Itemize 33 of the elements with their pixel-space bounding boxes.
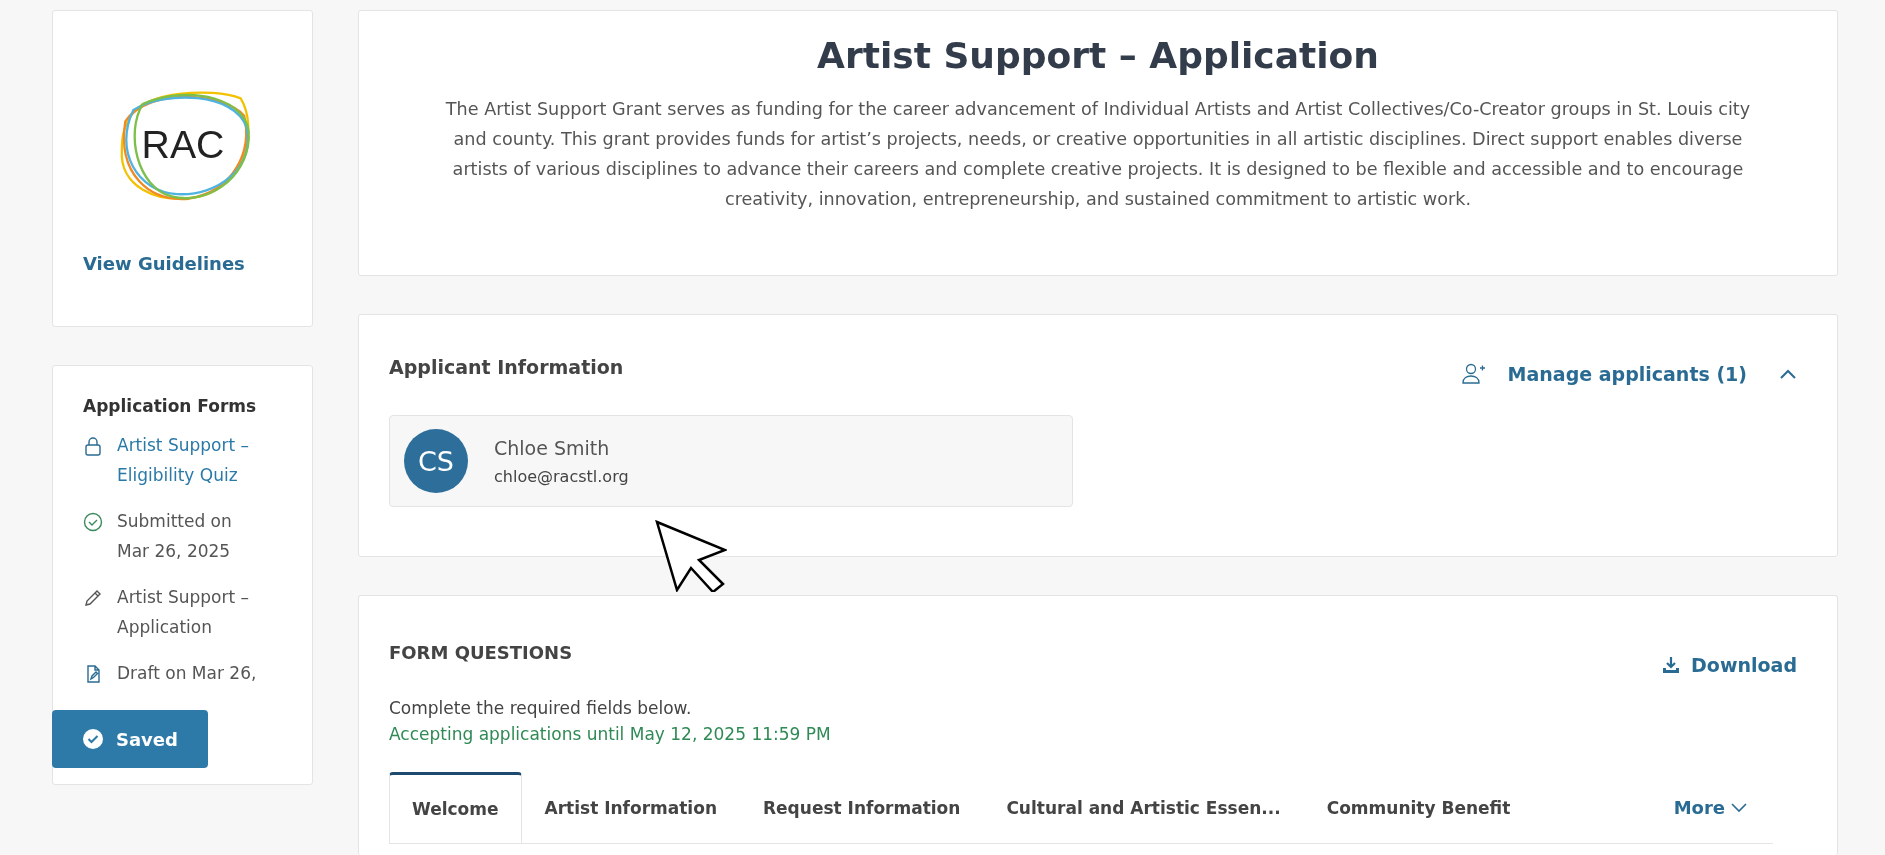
form-status: Submitted on Mar 26, 2025 (117, 510, 232, 563)
chevron-up-icon[interactable] (1779, 368, 1797, 380)
check-circle-icon (82, 728, 104, 750)
saved-button[interactable]: Saved (52, 710, 208, 768)
deadline-text: Accepting applications until May 12, 2025 11:59 PM (389, 724, 832, 744)
page-title: Artist Support – Application (816, 35, 1380, 76)
chevron-down-icon (1731, 802, 1747, 813)
more-tab[interactable]: More (1667, 772, 1753, 843)
pencil-icon (83, 588, 103, 608)
download-link[interactable]: Download (1691, 654, 1797, 676)
tab[interactable]: Welcome (389, 772, 522, 843)
instructions: Complete the required fields below. (389, 698, 693, 718)
section-title: FORM QUESTIONS (389, 641, 573, 663)
form-status: Draft on Mar 26, (117, 662, 257, 685)
view-guidelines-link[interactable]: View Guidelines (83, 253, 245, 274)
form-link[interactable]: Artist Support – Eligibility Quiz (117, 430, 250, 490)
tab[interactable]: Artist Information (521, 772, 740, 843)
applicant-email: chloe@racstl.org (494, 466, 629, 486)
manage-applicants-link[interactable]: Manage applicants (1) (1507, 363, 1747, 385)
tab[interactable]: Community Benefit (1303, 772, 1534, 843)
section-title: Applicant Information (389, 356, 624, 378)
logo-text: RAC (141, 122, 224, 167)
applicant-name: Chloe Smith (494, 436, 611, 459)
tab[interactable]: Cultural and Artistic Essen... (983, 772, 1304, 843)
form-status: Artist Support – Application (117, 586, 250, 639)
forms-title: Application Forms (83, 396, 258, 416)
description: The Artist Support Grant serves as funding for the career advancement of Individual Artists and Artist Collectives/Co-Creator groups in St. Louis city and county. This grant provides funds for artist’s projects, needs, or creative opportunities in all artistic disciplines. Direct support enables diverse artists of various disciplines to advance their careers and complete creative projects. It is designed to be flexible and accessible and to encourage creativity, innovation, entrepreneurship, and sustained commitment to artistic work. (444, 98, 1752, 211)
download-icon (1661, 655, 1682, 675)
check-circle-icon (83, 512, 103, 532)
avatar: CS (404, 429, 468, 493)
tab[interactable]: Request Information (740, 772, 984, 843)
lock-icon (83, 436, 103, 456)
add-user-icon (1461, 363, 1486, 385)
